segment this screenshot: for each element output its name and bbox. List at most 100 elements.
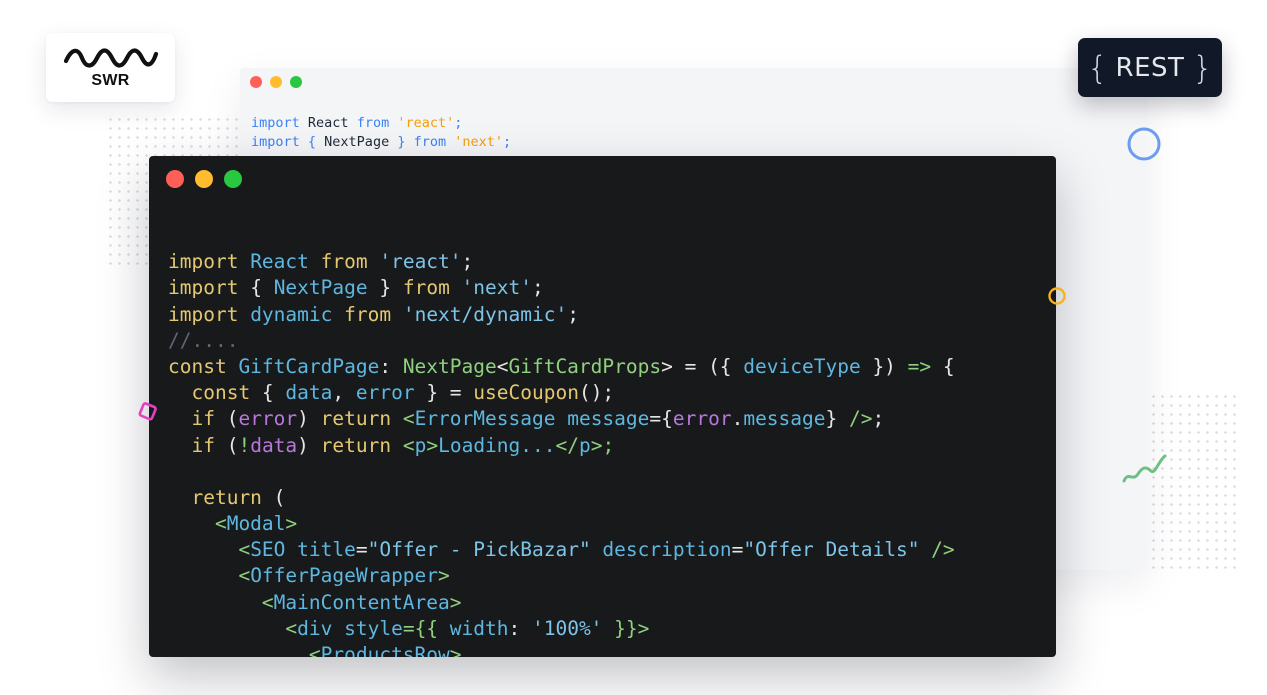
code-token: return — [320, 407, 392, 431]
code-line: if (error) return <ErrorMessage message=… — [168, 406, 955, 432]
code-token: return — [168, 485, 262, 509]
code-token: < — [168, 590, 274, 614]
code-token: = — [355, 538, 368, 562]
code-token: MainContentArea — [273, 590, 450, 614]
code-token: ( — [214, 407, 239, 431]
code-token: description — [590, 538, 732, 562]
code-token: < — [168, 616, 298, 640]
code-token: GiftCardPage — [226, 354, 380, 378]
swr-logo-icon — [63, 47, 158, 68]
code-token: ErrorMessage — [414, 407, 556, 431]
code-token: } — [825, 407, 849, 431]
code-token: ={ — [649, 407, 673, 431]
code-line: <OfferPageWrapper> — [168, 563, 955, 589]
code-line: //.... — [168, 328, 955, 354]
code-token: "Offer - PickBazar" — [367, 538, 591, 562]
code-token: { — [299, 134, 325, 150]
code-line: const { data, error } = useCoupon(); — [168, 380, 955, 406]
minimize-dot-icon[interactable] — [270, 76, 282, 88]
code-token: NextPage — [324, 134, 390, 150]
code-token: import — [168, 250, 239, 274]
code-token: ; — [567, 302, 579, 326]
code-token: }) — [860, 354, 908, 378]
code-token: NextPage — [402, 354, 497, 378]
code-token: title — [285, 538, 356, 562]
swr-label: SWR — [91, 71, 130, 89]
maximize-dot-icon[interactable] — [224, 170, 242, 188]
code-line: <Modal> — [168, 511, 955, 537]
blue-ring-icon — [1127, 127, 1161, 161]
code-token: from — [344, 302, 392, 326]
code-line: return ( — [168, 485, 955, 511]
maximize-dot-icon[interactable] — [290, 76, 302, 88]
code-token: import — [251, 134, 300, 150]
code-token: 'next/dynamic' — [391, 302, 568, 326]
front-window-controls — [166, 170, 242, 188]
code-token: ProductsRow — [320, 643, 450, 657]
code-token: data — [285, 381, 333, 405]
code-token: Loading... — [438, 433, 556, 457]
code-token: useCoupon — [473, 381, 579, 405]
code-token: dynamic — [238, 302, 345, 326]
code-token: const — [168, 381, 251, 405]
code-line: <MainContentArea> — [168, 590, 955, 616]
code-line: <div style={{ width: '100%' }}> — [168, 616, 955, 642]
pink-diamond-icon — [138, 402, 157, 421]
code-token: ; — [503, 134, 512, 150]
code-token: ; — [454, 115, 463, 131]
code-token: //.... — [168, 328, 239, 352]
code-token: (); — [578, 381, 615, 405]
code-token: < — [496, 354, 509, 378]
code-token: : — [508, 616, 532, 640]
code-token: < — [168, 643, 321, 657]
code-token: } = — [414, 381, 474, 405]
code-token: { — [250, 381, 286, 405]
code-token: data — [250, 433, 298, 457]
code-token: ( — [261, 485, 286, 509]
close-dot-icon[interactable] — [250, 76, 262, 88]
code-token: if — [168, 407, 215, 431]
code-token: import — [168, 302, 239, 326]
code-token: ( — [214, 433, 239, 457]
code-token: GiftCardProps — [508, 354, 662, 378]
code-token: , — [332, 381, 356, 405]
code-token: < — [391, 433, 415, 457]
back-window-controls — [250, 76, 302, 88]
code-token: ) — [297, 433, 321, 457]
code-token: div — [297, 616, 333, 640]
code-token: 'react' — [367, 250, 462, 274]
code-token: . — [731, 407, 744, 431]
code-token: if — [168, 433, 215, 457]
minimize-dot-icon[interactable] — [195, 170, 213, 188]
code-token: "Offer Details" — [743, 538, 920, 562]
code-token: }}> — [602, 616, 650, 640]
code-token: ; — [461, 250, 474, 274]
code-line: const GiftCardPage: NextPage<GiftCardPro… — [168, 354, 955, 380]
code-token: from — [402, 276, 450, 300]
code-line: import React from 'react'; — [251, 114, 511, 133]
green-squiggle-icon — [1122, 454, 1167, 483]
code-line: import dynamic from 'next/dynamic'; — [168, 302, 955, 328]
code-token: '100%' — [531, 616, 603, 640]
code-token: SEO — [250, 538, 286, 562]
code-token: { — [238, 276, 274, 300]
code-token: < — [168, 538, 251, 562]
code-token: ) — [297, 407, 321, 431]
code-token: error — [238, 407, 298, 431]
code-token: : — [379, 354, 403, 378]
code-token: /> — [919, 538, 955, 562]
code-token: p — [578, 433, 591, 457]
code-token: return — [320, 433, 392, 457]
close-dot-icon[interactable] — [166, 170, 184, 188]
code-token: deviceType — [743, 354, 861, 378]
front-code-window: import React from 'react'; import { NextP… — [149, 156, 1056, 657]
code-token: < — [168, 512, 227, 536]
code-token: > — [438, 564, 450, 588]
code-line: import { NextPage } from 'next'; — [168, 275, 955, 301]
code-token: import — [168, 276, 239, 300]
code-token: React — [238, 250, 321, 274]
code-token: { — [931, 354, 955, 378]
code-token: 'next' — [449, 276, 532, 300]
code-token: ! — [238, 433, 251, 457]
